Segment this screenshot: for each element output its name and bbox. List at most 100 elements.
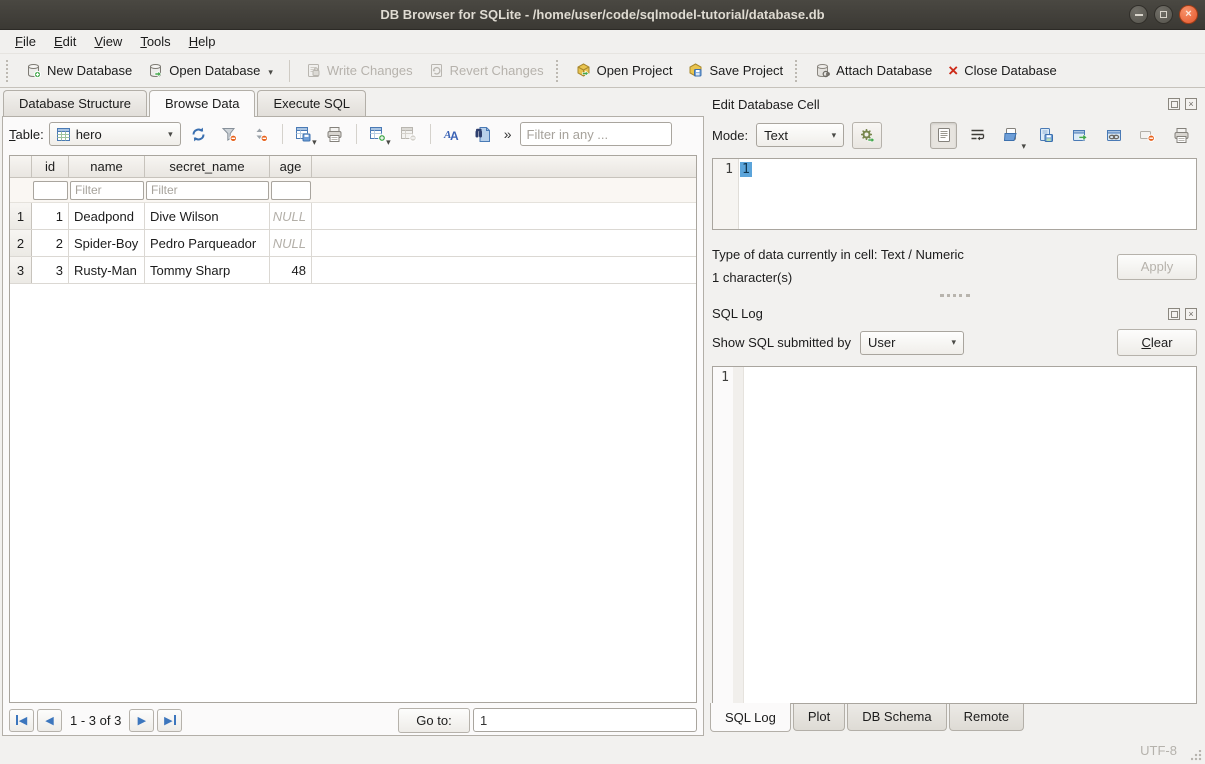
open-in-external-button[interactable]	[1066, 122, 1093, 149]
font-button[interactable]: AA	[439, 121, 465, 147]
cell-age[interactable]: 48	[270, 257, 312, 283]
cell-name[interactable]: Spider-Boy	[69, 230, 145, 256]
refresh-button[interactable]	[186, 121, 212, 147]
dock-splitter[interactable]	[710, 290, 1199, 302]
menu-view[interactable]: View	[85, 31, 131, 52]
table-row: 3 3 Rusty-Man Tommy Sharp 48	[10, 257, 696, 284]
cell-age[interactable]: NULL	[270, 230, 312, 256]
set-null-icon	[1139, 128, 1156, 143]
filter-input-id[interactable]	[33, 181, 68, 200]
tab-db-schema[interactable]: DB Schema	[847, 704, 946, 731]
goto-input[interactable]	[473, 708, 697, 732]
filter-input-name[interactable]	[70, 181, 144, 200]
print-button[interactable]	[322, 121, 348, 147]
menu-tools[interactable]: Tools	[131, 31, 179, 52]
float-dock-icon[interactable]	[1168, 308, 1180, 320]
resize-grip[interactable]	[1191, 750, 1202, 761]
mode-select[interactable]: Text ▾	[756, 123, 844, 147]
close-button[interactable]: ×	[1179, 5, 1198, 24]
table-select[interactable]: hero ▾	[49, 122, 181, 146]
set-null-button[interactable]	[1134, 122, 1161, 149]
cell-id[interactable]: 3	[32, 257, 69, 283]
cell-id[interactable]: 1	[32, 203, 69, 229]
tab-sql-log[interactable]: SQL Log	[710, 703, 791, 732]
previous-record-button[interactable]: ◀	[37, 709, 62, 732]
cell-secret-name[interactable]: Tommy Sharp	[145, 257, 270, 283]
import-cell-data-button[interactable]: ▾	[998, 122, 1025, 149]
save-results-button[interactable]: ▾	[291, 121, 317, 147]
word-wrap-button[interactable]	[964, 122, 991, 149]
cell-secret-name[interactable]: Pedro Parqueador	[145, 230, 270, 256]
sql-log-content[interactable]	[744, 367, 746, 704]
delete-record-icon	[400, 126, 418, 143]
text-mode-button[interactable]	[930, 122, 957, 149]
close-database-button[interactable]: × Close Database	[940, 58, 1064, 83]
clear-log-button[interactable]: Clear	[1117, 329, 1197, 356]
toolbar-grip[interactable]	[6, 60, 12, 82]
toolbar-overflow-chevron-icon[interactable]: »	[504, 126, 512, 142]
corner-header[interactable]	[10, 156, 32, 177]
goto-button[interactable]: Go to:	[398, 708, 470, 733]
toolbar-grip[interactable]	[556, 60, 562, 82]
new-record-caret-icon: ▾	[386, 138, 391, 147]
first-record-button[interactable]: ◀	[9, 709, 34, 732]
titlebar[interactable]: DB Browser for SQLite - /home/user/code/…	[0, 0, 1205, 30]
new-record-button[interactable]: ▾	[365, 121, 391, 147]
maximize-icon	[1160, 11, 1167, 18]
cell-secret-name[interactable]: Dive Wilson	[145, 203, 270, 229]
tab-plot[interactable]: Plot	[793, 704, 845, 731]
cell-id[interactable]: 2	[32, 230, 69, 256]
row-number[interactable]: 2	[10, 230, 32, 256]
clear-filters-button[interactable]	[217, 121, 243, 147]
last-record-button[interactable]: ▶	[157, 709, 182, 732]
cell-info-row: Type of data currently in cell: Text / N…	[710, 236, 1199, 290]
cell-age[interactable]: NULL	[270, 203, 312, 229]
table-icon	[57, 128, 70, 141]
row-number[interactable]: 3	[10, 257, 32, 283]
find-in-table-button[interactable]	[470, 121, 496, 147]
save-project-button[interactable]: Save Project	[680, 58, 791, 83]
auto-switch-mode-button[interactable]	[852, 122, 882, 149]
column-header-secret-name[interactable]: secret_name	[145, 156, 270, 177]
column-header-id[interactable]: id	[32, 156, 69, 177]
minimize-button[interactable]	[1129, 5, 1148, 24]
submitted-by-select[interactable]: User ▾	[860, 331, 964, 355]
float-dock-icon[interactable]	[1168, 98, 1180, 110]
tab-remote[interactable]: Remote	[949, 704, 1025, 731]
menu-file[interactable]: File	[6, 31, 45, 52]
clear-sort-button[interactable]	[248, 121, 274, 147]
cell-editor-value[interactable]: 1	[740, 162, 752, 177]
close-dock-icon[interactable]: ×	[1185, 308, 1197, 320]
data-grid: id name secret_name age	[9, 155, 697, 703]
new-database-button[interactable]: New Database	[18, 58, 140, 83]
main-area: Database Structure Browse Data Execute S…	[0, 88, 1205, 736]
print-cell-button[interactable]	[1168, 122, 1195, 149]
close-dock-icon[interactable]: ×	[1185, 98, 1197, 110]
next-record-button[interactable]: ▶	[129, 709, 154, 732]
sql-log-editor[interactable]: 1	[712, 366, 1197, 705]
menu-help[interactable]: Help	[180, 31, 225, 52]
menu-edit[interactable]: Edit	[45, 31, 85, 52]
cell-name[interactable]: Rusty-Man	[69, 257, 145, 283]
maximize-button[interactable]	[1154, 5, 1173, 24]
attach-database-button[interactable]: Attach Database	[807, 58, 940, 83]
sql-log-title: SQL Log	[712, 306, 763, 321]
column-header-age[interactable]: age	[270, 156, 312, 177]
cell-name[interactable]: Deadpond	[69, 203, 145, 229]
column-header-name[interactable]: name	[69, 156, 145, 177]
open-project-button[interactable]: Open Project	[568, 58, 681, 83]
toolbar-grip[interactable]	[795, 60, 801, 82]
row-number[interactable]: 1	[10, 203, 32, 229]
tab-execute-sql[interactable]: Execute SQL	[257, 90, 366, 116]
open-database-button[interactable]: Open Database ▾	[140, 58, 281, 83]
filter-input-age[interactable]	[271, 181, 311, 200]
export-cell-data-button[interactable]	[1032, 122, 1059, 149]
filter-input-secret-name[interactable]	[146, 181, 269, 200]
cell-editor[interactable]: 1 1	[712, 158, 1197, 230]
tab-browse-data[interactable]: Browse Data	[149, 90, 255, 117]
copy-link-button[interactable]	[1100, 122, 1127, 149]
filter-filler	[312, 178, 696, 202]
tab-database-structure[interactable]: Database Structure	[3, 90, 147, 116]
filter-any-input[interactable]	[520, 122, 672, 146]
open-database-caret-icon[interactable]: ▾	[268, 68, 273, 78]
